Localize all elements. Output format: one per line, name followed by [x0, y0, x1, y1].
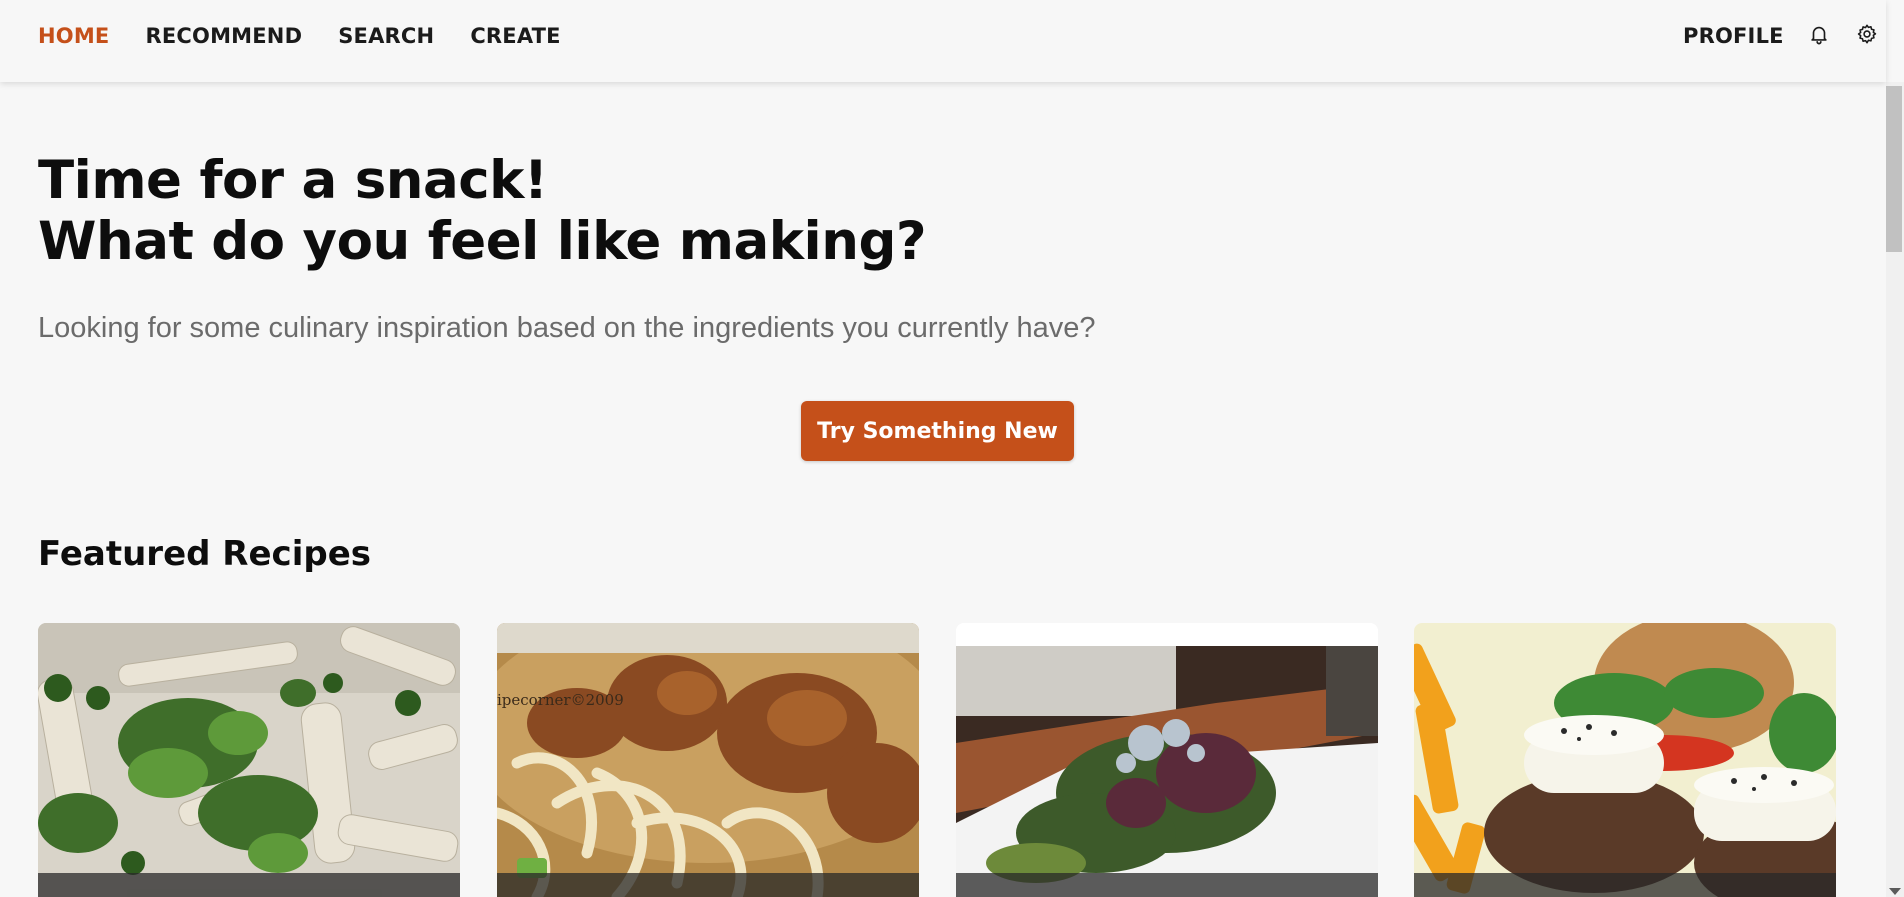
hero-title-line2: What do you feel like making?: [38, 211, 927, 272]
recipe-image-salad: [956, 623, 1378, 897]
recipe-card[interactable]: ipecorner©2009: [497, 623, 919, 897]
hero-title-line1: Time for a snack!: [38, 150, 548, 211]
recipe-card[interactable]: [956, 623, 1378, 897]
featured-recipes-title: Featured Recipes: [38, 534, 371, 574]
try-something-new-button[interactable]: Try Something New: [801, 401, 1074, 461]
card-title-overlay: [497, 873, 919, 897]
scroll-down-arrow[interactable]: [1889, 888, 1901, 895]
recipe-card[interactable]: [38, 623, 460, 897]
hero-title: Time for a snack! What do you feel like …: [38, 150, 927, 272]
nav-create[interactable]: CREATE: [470, 22, 560, 50]
scrollbar-thumb[interactable]: [1886, 86, 1902, 252]
nav-search[interactable]: SEARCH: [338, 22, 434, 50]
recipe-card[interactable]: [1414, 623, 1836, 897]
card-title-overlay: [956, 873, 1378, 897]
page-scrollbar[interactable]: [1886, 82, 1904, 897]
gear-icon[interactable]: [1853, 20, 1881, 48]
recipe-image-udon: [497, 623, 919, 897]
hero-subtitle: Looking for some culinary inspiration ba…: [38, 312, 1096, 344]
nav-profile[interactable]: PROFILE: [1683, 22, 1784, 50]
recipe-image-pasta: [38, 623, 460, 897]
card-title-overlay: [1414, 873, 1836, 897]
top-navigation: HOME RECOMMEND SEARCH CREATE PROFILE: [0, 0, 1886, 82]
nav-recommend[interactable]: RECOMMEND: [145, 22, 302, 50]
bell-icon[interactable]: [1805, 20, 1833, 48]
main-nav: HOME RECOMMEND SEARCH CREATE: [38, 22, 561, 50]
recipe-image-patties: [1414, 623, 1836, 897]
card-title-overlay: [38, 873, 460, 897]
hero-section: Time for a snack! What do you feel like …: [38, 150, 927, 272]
nav-home[interactable]: HOME: [38, 22, 109, 50]
image-watermark: ipecorner©2009: [497, 691, 624, 709]
